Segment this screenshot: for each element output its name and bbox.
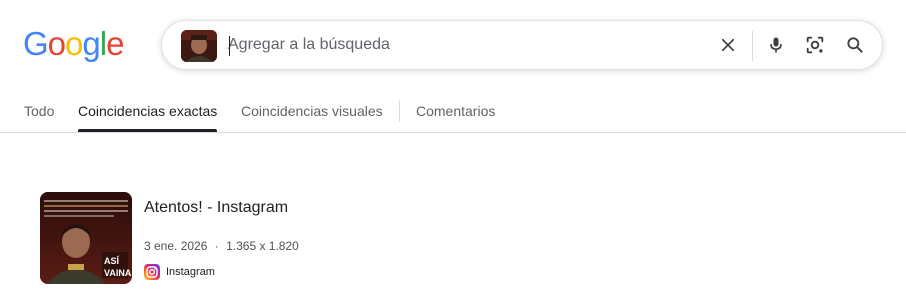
query-image-thumbnail: [181, 30, 217, 62]
logo-letter: g: [82, 25, 100, 62]
result-thumbnail-image: ASÍ VAINA: [40, 192, 132, 284]
result-title[interactable]: Atentos! - Instagram: [144, 199, 288, 217]
active-tab-indicator: [78, 129, 217, 132]
tab-coincidencias-exactas[interactable]: Coincidencias exactas: [78, 103, 217, 119]
search-box-divider: [752, 31, 753, 61]
logo-letter: G: [23, 25, 49, 62]
results-tabs: Todo Coincidencias exactas Coincidencias…: [0, 92, 906, 133]
thumb-brand-bottom: VAINA: [104, 268, 132, 278]
tabs-separator: [399, 100, 400, 122]
search-input[interactable]: [228, 31, 698, 59]
camera-lens-icon: [806, 36, 824, 54]
tab-coincidencias-visuales[interactable]: Coincidencias visuales: [241, 103, 383, 119]
result-dimensions: 1.365 x 1.820: [226, 239, 299, 253]
voice-search-button[interactable]: [763, 32, 789, 58]
search-icon: [847, 37, 863, 53]
query-image-chip[interactable]: [181, 30, 217, 62]
search-box: [161, 20, 883, 70]
logo-letter: o: [65, 25, 83, 62]
clear-button[interactable]: [715, 32, 741, 58]
result-item: ASÍ VAINA Atentos! - Instagram 3 ene. 20…: [40, 192, 540, 286]
logo-letter: o: [47, 25, 66, 62]
text-cursor: [229, 36, 230, 56]
logo-letter: e: [106, 25, 124, 62]
search-button[interactable]: [842, 32, 868, 58]
meta-separator: ·: [214, 239, 219, 253]
lens-search-button[interactable]: [802, 32, 828, 58]
tab-todo[interactable]: Todo: [24, 103, 54, 119]
instagram-icon: [144, 264, 160, 280]
result-date: 3 ene. 2026: [144, 239, 208, 253]
result-thumbnail[interactable]: ASÍ VAINA: [40, 192, 132, 284]
result-meta: 3 ene. 2026 · 1.365 x 1.820: [144, 239, 299, 253]
source-name: Instagram: [166, 266, 215, 278]
tab-comentarios[interactable]: Comentarios: [416, 103, 495, 119]
thumb-brand-top: ASÍ: [104, 256, 120, 266]
google-logo[interactable]: G o o g l e: [23, 25, 124, 62]
close-icon: [721, 38, 735, 52]
result-source[interactable]: Instagram: [144, 263, 215, 281]
microphone-icon: [770, 37, 782, 53]
